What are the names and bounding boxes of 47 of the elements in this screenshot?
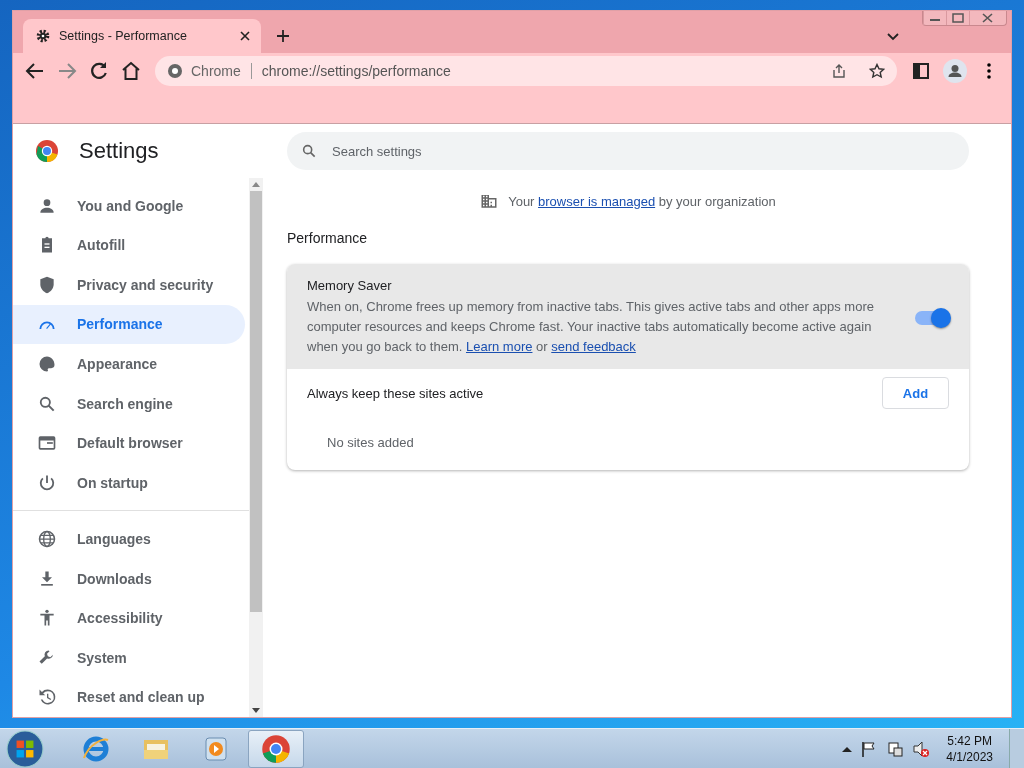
- sidebar-item[interactable]: Search engine: [13, 383, 245, 424]
- address-bar[interactable]: Chrome chrome://settings/performance: [155, 56, 897, 86]
- toggle-switch[interactable]: [915, 310, 949, 325]
- sidebar-item[interactable]: Performance: [13, 304, 245, 345]
- setting-title: Memory Saver: [307, 278, 393, 293]
- plus-icon[interactable]: [275, 28, 291, 44]
- shield-icon: [37, 274, 57, 295]
- search-icon: [301, 143, 317, 159]
- sidebar-item[interactable]: Appearance: [13, 344, 245, 384]
- empty-message: No sites added: [326, 434, 415, 452]
- tray-expand-icon[interactable]: [842, 745, 853, 753]
- managed-link[interactable]: browser is managed: [538, 193, 656, 209]
- sites-label: Always keep these sites active: [307, 385, 484, 401]
- sidebar-item[interactable]: Default browser: [13, 423, 245, 463]
- chrome-logo-icon: [35, 139, 59, 163]
- sidebar-item[interactable]: Accessibility: [13, 598, 245, 638]
- chrome-taskbar-icon[interactable]: [248, 730, 304, 768]
- globe-icon: [37, 529, 57, 550]
- clock-date: 4/1/2023: [946, 749, 993, 765]
- browser-tab[interactable]: Settings - Performance: [23, 19, 261, 53]
- accessibility-icon: [37, 608, 57, 629]
- sidebar-item[interactable]: System: [13, 638, 245, 678]
- close-icon[interactable]: [239, 30, 251, 42]
- clock-time: 5:42 PM: [947, 733, 992, 749]
- add-button[interactable]: Add: [882, 377, 949, 409]
- learn-more-link[interactable]: Learn more: [466, 339, 533, 354]
- start-button[interactable]: [6, 730, 44, 768]
- sidebar-item[interactable]: Autofill: [13, 225, 245, 266]
- scroll-up-icon[interactable]: [252, 181, 260, 187]
- managed-notice: Your browser is managed by your organization: [508, 193, 776, 209]
- settings-title: Settings: [79, 138, 159, 164]
- sidebar-item[interactable]: Languages: [13, 519, 245, 559]
- sidebar-item[interactable]: Privacy and security: [13, 265, 245, 305]
- sidebar-item[interactable]: Reset and clean up: [13, 677, 245, 718]
- network-icon[interactable]: [886, 740, 905, 758]
- scrollbar[interactable]: [249, 178, 263, 717]
- sidebar-item[interactable]: Downloads: [13, 558, 245, 599]
- muted-speaker-icon[interactable]: [912, 740, 931, 758]
- gear-icon: [35, 28, 51, 44]
- setting-description: When on, Chrome frees up memory from inactive tabs. This gives active tabs and other apps more computer resources and keeps Chrome fast. Your inactive tabs automatically become active again when you go back to them. Learn more or send feedback: [307, 298, 875, 356]
- sidebar-item[interactable]: On startup: [13, 462, 245, 503]
- sidebar-item[interactable]: You and Google: [13, 186, 245, 226]
- building-icon: [480, 192, 499, 210]
- scroll-down-icon[interactable]: [252, 708, 260, 714]
- search-field[interactable]: Search settings: [287, 132, 969, 170]
- section-title: Performance: [287, 230, 369, 246]
- feedback-link[interactable]: send feedback: [551, 339, 636, 354]
